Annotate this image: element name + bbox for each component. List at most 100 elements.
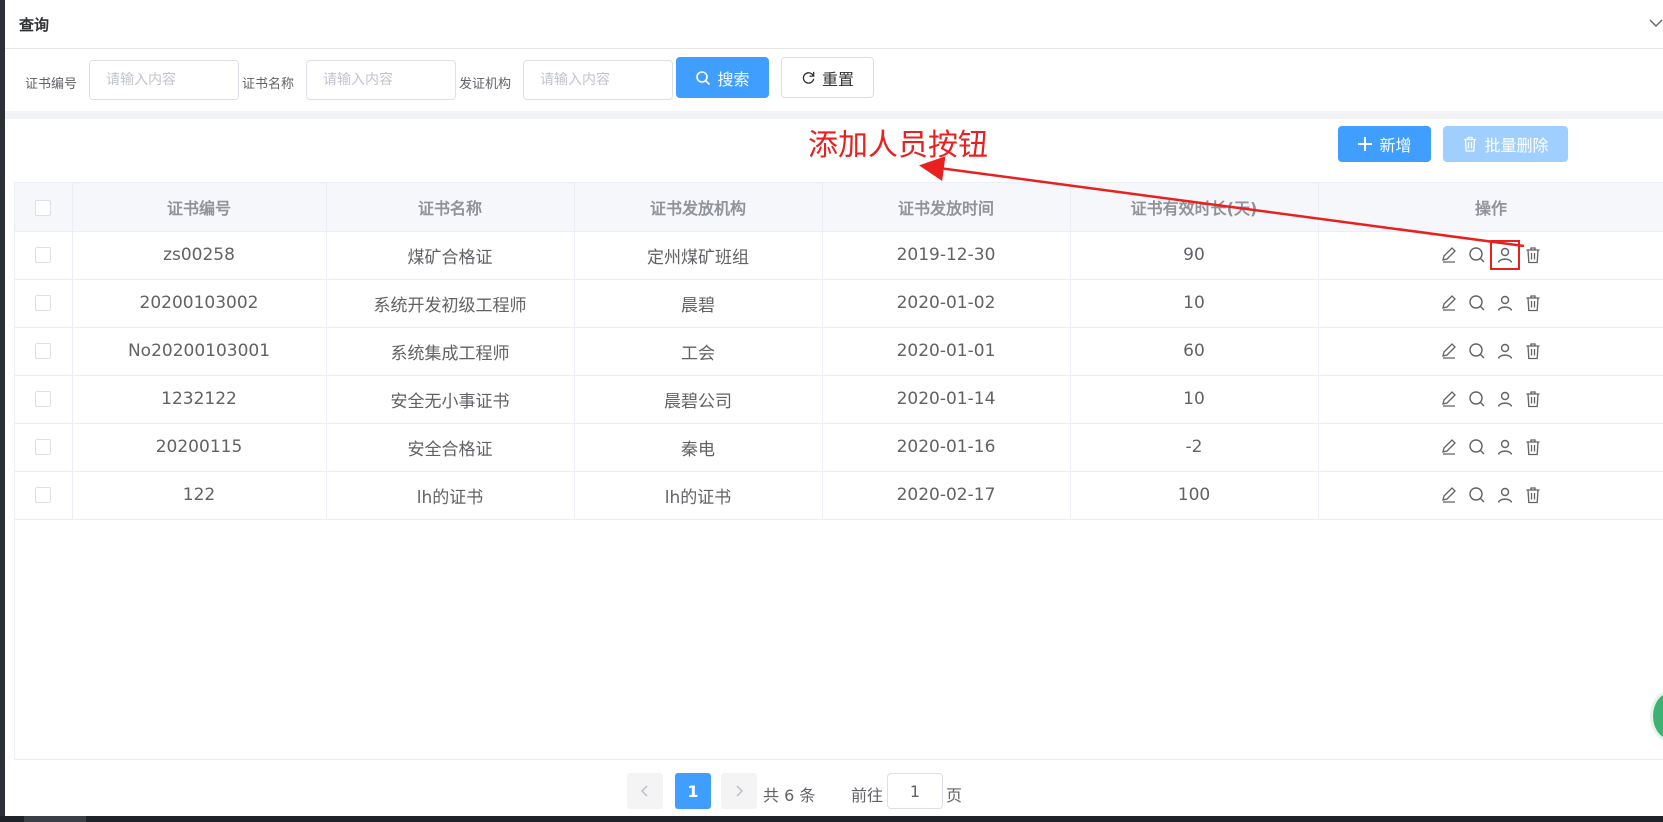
- cell-cert-issuer: lh的证书: [574, 471, 823, 520]
- pagination-total: 共 6 条: [763, 786, 816, 805]
- refresh-icon: [802, 71, 815, 84]
- edit-icon[interactable]: [1439, 245, 1459, 265]
- row-select-cell: [15, 327, 73, 376]
- query-form: 证书编号 证书名称 发证机构 搜索 重置: [5, 49, 1663, 111]
- delete-icon[interactable]: [1523, 437, 1543, 457]
- cell-valid-days: 10: [1070, 375, 1319, 424]
- row-checkbox[interactable]: [35, 439, 52, 455]
- taskbar-active-item[interactable]: [24, 816, 86, 822]
- view-icon[interactable]: [1467, 437, 1487, 457]
- header-cert-issuer: 证书发放机构: [574, 183, 823, 232]
- cell-actions: [1318, 327, 1663, 376]
- cell-cert-code: 1232122: [72, 375, 327, 424]
- edit-icon[interactable]: [1439, 485, 1459, 505]
- search-button-label: 搜索: [717, 69, 750, 89]
- edit-icon[interactable]: [1439, 437, 1459, 457]
- view-icon[interactable]: [1467, 485, 1487, 505]
- table-row[interactable]: 20200115 安全合格证 秦电 2020-01-16 -2: [15, 423, 1663, 472]
- cert-name-label: 证书名称: [242, 77, 295, 92]
- select-all-checkbox[interactable]: [35, 199, 52, 216]
- cert-code-input[interactable]: [89, 60, 239, 100]
- table-row[interactable]: 122 lh的证书 lh的证书 2020-02-17 100: [15, 471, 1663, 520]
- batch-delete-button[interactable]: 批量删除: [1443, 126, 1568, 162]
- row-select-cell: [15, 279, 73, 328]
- row-select-cell: [15, 471, 73, 520]
- row-actions: [1319, 293, 1663, 313]
- taskbar-strip: [0, 816, 1663, 822]
- page-number-current[interactable]: 1: [675, 773, 711, 809]
- delete-icon[interactable]: [1523, 245, 1543, 265]
- cell-cert-name: 煤矿合格证: [326, 231, 575, 280]
- edit-icon[interactable]: [1439, 389, 1459, 409]
- cell-valid-days: 60: [1070, 327, 1319, 376]
- add-person-icon[interactable]: [1495, 293, 1515, 313]
- cell-cert-issuer: 秦电: [574, 423, 823, 472]
- reset-button[interactable]: 重置: [781, 57, 874, 98]
- add-person-icon[interactable]: [1495, 485, 1515, 505]
- delete-icon[interactable]: [1523, 389, 1543, 409]
- issuer-label: 发证机构: [459, 77, 512, 92]
- batch-delete-button-label: 批量删除: [1484, 136, 1549, 155]
- chevron-right-icon: [736, 785, 744, 797]
- delete-icon[interactable]: [1523, 293, 1543, 313]
- row-checkbox[interactable]: [35, 391, 52, 407]
- table-row[interactable]: 20200103002 系统开发初级工程师 晨碧 2020-01-02 10: [15, 279, 1663, 328]
- delete-icon[interactable]: [1523, 341, 1543, 361]
- row-actions: [1319, 341, 1663, 361]
- table-header-row: 证书编号 证书名称 证书发放机构 证书发放时间 证书有效时长(天) 操作: [15, 183, 1663, 232]
- row-actions: [1319, 485, 1663, 505]
- row-checkbox[interactable]: [35, 295, 52, 311]
- view-icon[interactable]: [1467, 293, 1487, 313]
- cert-name-input[interactable]: [306, 60, 456, 100]
- view-icon[interactable]: [1467, 389, 1487, 409]
- query-panel-header[interactable]: 查询: [5, 0, 1663, 49]
- cell-valid-days: 90: [1070, 231, 1319, 280]
- cell-cert-name: 系统开发初级工程师: [326, 279, 575, 328]
- cell-cert-name: 系统集成工程师: [326, 327, 575, 376]
- header-cert-code: 证书编号: [72, 183, 327, 232]
- reset-button-label: 重置: [821, 69, 854, 89]
- delete-icon[interactable]: [1523, 485, 1543, 505]
- table-row[interactable]: zs00258 煤矿合格证 定州煤矿班组 2019-12-30 90: [15, 231, 1663, 280]
- row-checkbox[interactable]: [35, 247, 52, 263]
- table-row[interactable]: 1232122 安全无小事证书 晨碧公司 2020-01-14 10: [15, 375, 1663, 424]
- view-icon[interactable]: [1467, 341, 1487, 361]
- cell-cert-code: No20200103001: [72, 327, 327, 376]
- pagination-goto-label: 前往: [851, 786, 884, 805]
- cell-cert-issuer: 晨碧: [574, 279, 823, 328]
- cell-actions: [1318, 471, 1663, 520]
- row-select-cell: [15, 231, 73, 280]
- add-button[interactable]: 新增: [1338, 126, 1431, 162]
- add-person-icon[interactable]: [1495, 341, 1515, 361]
- search-button[interactable]: 搜索: [676, 57, 769, 98]
- row-select-cell: [15, 423, 73, 472]
- cell-cert-name: 安全合格证: [326, 423, 575, 472]
- cert-code-label: 证书编号: [25, 77, 78, 92]
- header-valid-days: 证书有效时长(天): [1070, 183, 1319, 232]
- edit-icon[interactable]: [1439, 341, 1459, 361]
- plus-icon: [1358, 137, 1373, 151]
- table-row[interactable]: No20200103001 系统集成工程师 工会 2020-01-01 60: [15, 327, 1663, 376]
- cell-valid-days: 10: [1070, 279, 1319, 328]
- next-page-button[interactable]: [721, 773, 757, 809]
- pagination-goto-input[interactable]: [887, 773, 943, 809]
- row-checkbox[interactable]: [35, 487, 52, 503]
- edit-icon[interactable]: [1439, 293, 1459, 313]
- cell-issue-date: 2019-12-30: [822, 231, 1071, 280]
- pagination-page-suffix: 页: [946, 786, 963, 805]
- add-person-icon[interactable]: [1495, 437, 1515, 457]
- cell-issue-date: 2020-02-17: [822, 471, 1071, 520]
- prev-page-button[interactable]: [627, 773, 663, 809]
- view-icon[interactable]: [1467, 245, 1487, 265]
- header-issue-date: 证书发放时间: [822, 183, 1071, 232]
- cell-actions: [1318, 423, 1663, 472]
- cell-cert-code: 122: [72, 471, 327, 520]
- chevron-down-icon[interactable]: [1649, 16, 1663, 30]
- add-person-icon[interactable]: [1490, 240, 1520, 270]
- add-person-icon[interactable]: [1495, 389, 1515, 409]
- cell-issue-date: 2020-01-01: [822, 327, 1071, 376]
- row-actions: [1319, 389, 1663, 409]
- row-checkbox[interactable]: [35, 343, 52, 359]
- cell-issue-date: 2020-01-14: [822, 375, 1071, 424]
- issuer-input[interactable]: [523, 60, 673, 100]
